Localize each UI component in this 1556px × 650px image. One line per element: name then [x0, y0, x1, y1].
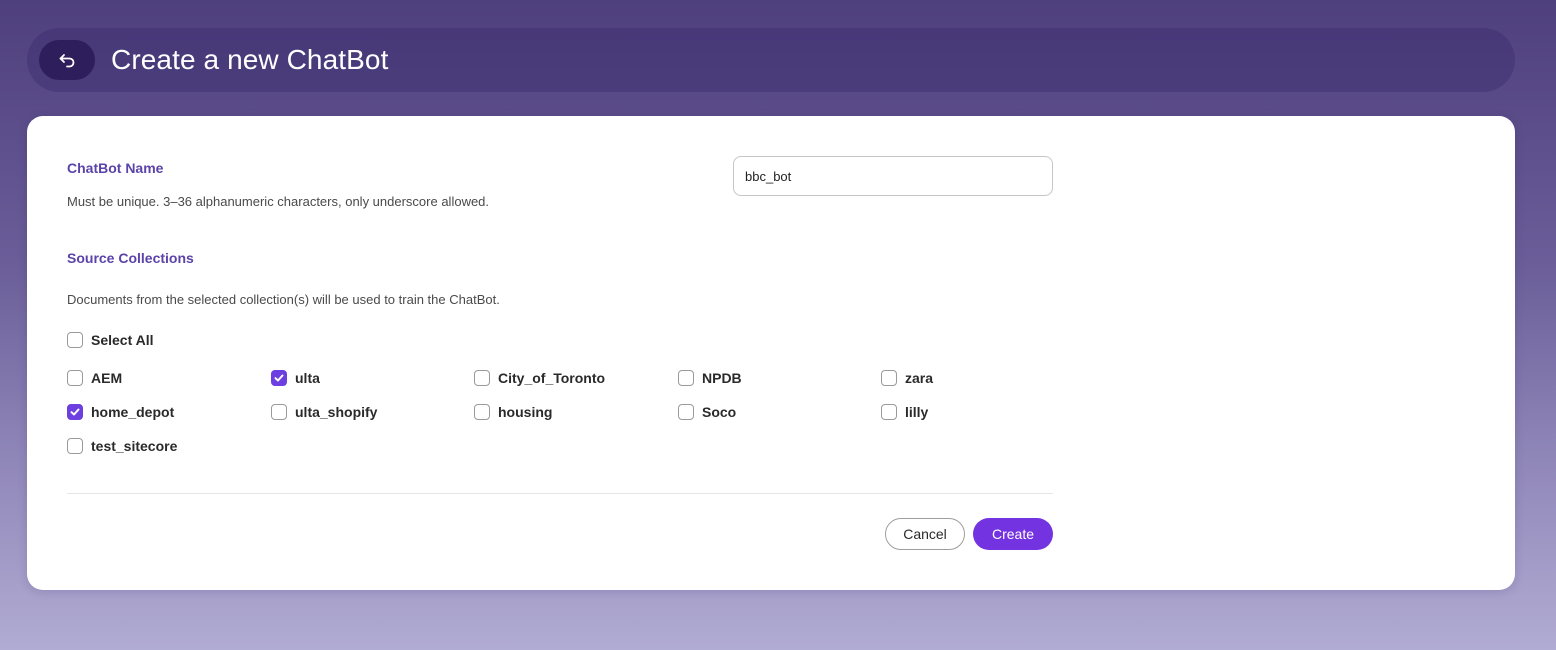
chatbot-name-title: ChatBot Name [67, 160, 164, 176]
chatbot-name-input[interactable] [733, 156, 1053, 196]
collection-checkbox[interactable]: Soco [678, 404, 736, 420]
collection-label: home_depot [91, 404, 175, 420]
back-button[interactable] [39, 40, 95, 80]
checkbox-box[interactable] [67, 404, 83, 420]
collection-checkbox[interactable]: ulta_shopify [271, 404, 377, 420]
collection-label: City_of_Toronto [498, 370, 606, 386]
header-bar: Create a new ChatBot [27, 28, 1515, 92]
create-chatbot-form: ChatBot Name Must be unique. 3–36 alphan… [27, 116, 1515, 590]
collection-checkbox[interactable]: test_sitecore [67, 438, 177, 454]
checkbox-box[interactable] [271, 370, 287, 386]
collection-label: Soco [702, 404, 737, 420]
back-arrow-icon [57, 50, 77, 70]
checkmark-icon [274, 374, 284, 382]
divider [67, 493, 1053, 494]
collection-label: housing [498, 404, 553, 420]
checkbox-box[interactable] [881, 370, 897, 386]
checkbox-box[interactable] [67, 332, 83, 348]
collection-checkbox[interactable]: housing [474, 404, 552, 420]
collection-label: zara [905, 370, 934, 386]
page-title: Create a new ChatBot [111, 44, 389, 75]
collection-label: NPDB [702, 370, 742, 386]
checkbox-box[interactable] [474, 370, 490, 386]
collection-label: ulta_shopify [295, 404, 378, 420]
checkbox-box[interactable] [67, 438, 83, 454]
collection-label: ulta [295, 370, 320, 386]
chatbot-name-help: Must be unique. 3–36 alphanumeric charac… [67, 194, 490, 209]
checkbox-box[interactable] [474, 404, 490, 420]
checkbox-box[interactable] [881, 404, 897, 420]
collection-checkbox[interactable]: NPDB [678, 370, 742, 386]
collection-checkbox[interactable]: City_of_Toronto [474, 370, 605, 386]
checkbox-box[interactable] [678, 370, 694, 386]
collection-checkbox[interactable]: AEM [67, 370, 122, 386]
select-all-label: Select All [91, 332, 154, 348]
checkbox-box[interactable] [271, 404, 287, 420]
checkmark-icon [70, 408, 80, 416]
select-all-checkbox[interactable]: Select All [67, 332, 154, 348]
create-button[interactable]: Create [973, 518, 1053, 550]
collection-checkbox[interactable]: lilly [881, 404, 928, 420]
collection-label: test_sitecore [91, 438, 178, 454]
cancel-button[interactable]: Cancel [885, 518, 965, 550]
collection-checkbox[interactable]: home_depot [67, 404, 174, 420]
source-collections-title: Source Collections [67, 250, 194, 266]
checkbox-box[interactable] [67, 370, 83, 386]
collection-label: AEM [91, 370, 123, 386]
collection-label: lilly [905, 404, 929, 420]
checkbox-box[interactable] [678, 404, 694, 420]
source-collections-help: Documents from the selected collection(s… [67, 292, 500, 307]
collection-checkbox[interactable]: zara [881, 370, 933, 386]
collection-checkbox[interactable]: ulta [271, 370, 320, 386]
